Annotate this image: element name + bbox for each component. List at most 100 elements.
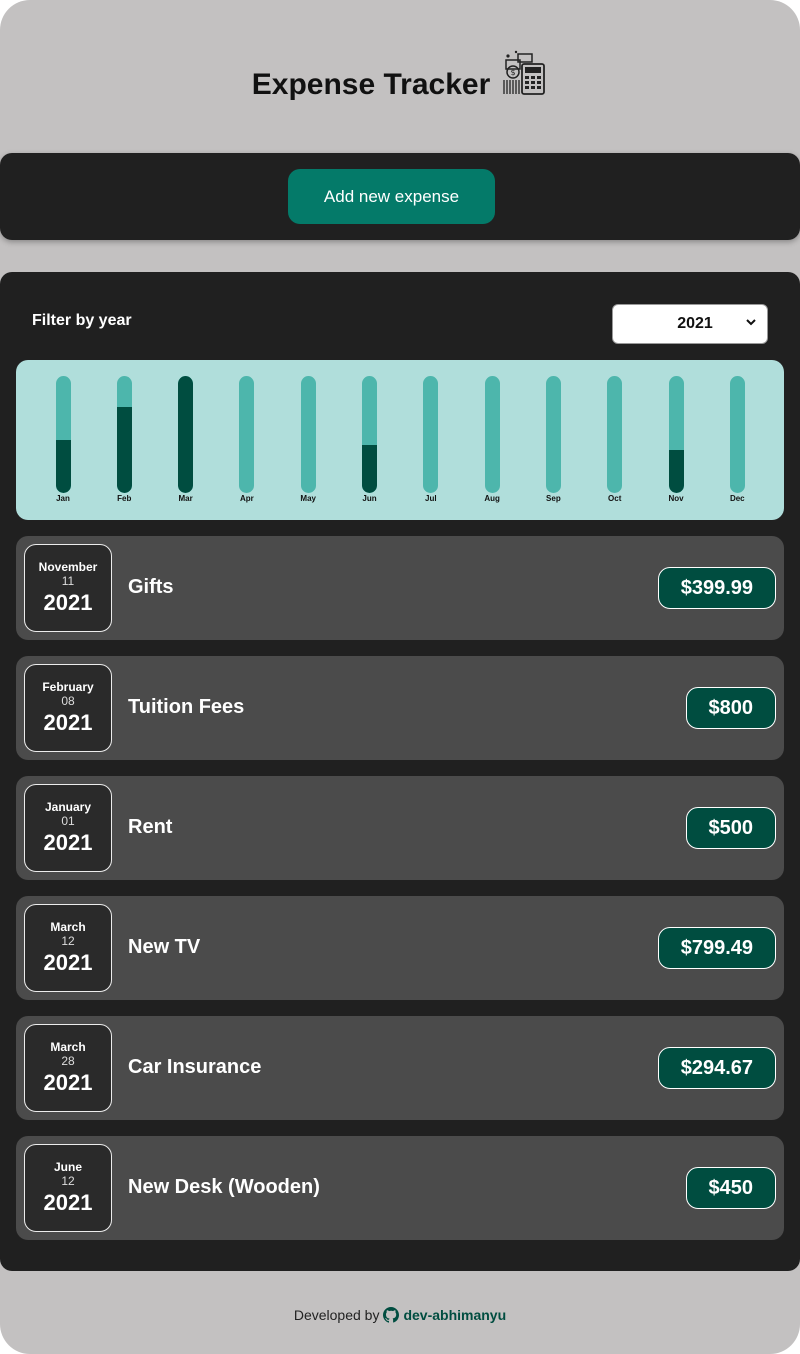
chart-bar-label: Nov (668, 494, 684, 503)
chart-bar-track (729, 376, 745, 493)
expense-date-year: 2021 (43, 1070, 93, 1095)
chart-bar-label: Apr (240, 494, 254, 503)
footer: Developed by dev-abhimanyu (0, 1300, 800, 1330)
expenses-chart: Jan Feb Mar Apr May Jun Jul Aug Sep Oct Nov Dec (16, 360, 784, 520)
chart-bar-track (545, 376, 561, 493)
chart-bar-jul: Jul (411, 376, 451, 516)
expense-date-month: January (44, 800, 92, 814)
new-expense-panel: Add new expense (0, 153, 800, 240)
chart-bar-fill (668, 450, 684, 493)
expense-title: New Desk (Wooden) (128, 1176, 320, 1198)
expense-item[interactable]: March 28 2021 Car Insurance $294.67 (16, 1016, 784, 1120)
svg-text:$: $ (511, 68, 516, 77)
expense-title: Car Insurance (128, 1056, 262, 1078)
chart-bar-label: Jul (425, 494, 437, 503)
expense-title: New TV (128, 936, 201, 958)
year-filter-select[interactable]: 2021 (612, 304, 768, 344)
expense-item[interactable]: January 01 2021 Rent $500 (16, 776, 784, 880)
chart-bar-mar: Mar (166, 376, 206, 516)
year-filter-value: 2021 (677, 315, 713, 332)
expense-date-year: 2021 (43, 830, 93, 855)
expense-date-month: June (53, 1160, 82, 1174)
expense-date: March 12 2021 (24, 904, 112, 992)
chart-bar-fill (116, 407, 132, 493)
expense-amount: $800 (685, 687, 776, 729)
chart-bar-jun: Jun (350, 376, 390, 516)
chart-bar-track (55, 376, 71, 493)
chart-bar-sep: Sep (533, 376, 573, 516)
expense-date: January 01 2021 (24, 784, 112, 872)
expense-date-year: 2021 (43, 950, 93, 975)
expense-date: November 11 2021 (24, 544, 112, 632)
chart-bar-feb: Feb (104, 376, 144, 516)
add-new-expense-button[interactable]: Add new expense (288, 169, 495, 224)
expense-item[interactable]: February 08 2021 Tuition Fees $800 (16, 656, 784, 760)
expense-date-month: March (50, 920, 86, 934)
chart-bar-track (116, 376, 132, 493)
expense-item[interactable]: November 11 2021 Gifts $399.99 (16, 536, 784, 640)
github-profile-link[interactable]: dev-abhimanyu (403, 1307, 506, 1323)
chart-bar-track (239, 376, 255, 493)
expense-amount: $294.67 (657, 1047, 776, 1089)
chart-bar-label: Sep (546, 494, 561, 503)
expense-date-day: 12 (61, 934, 75, 948)
chart-bar-fill (362, 444, 377, 493)
chart-bar-fill (178, 376, 194, 493)
github-icon (383, 1307, 400, 1323)
chart-bar-track (607, 376, 623, 493)
chart-bar-track (484, 376, 500, 493)
app-title: Expense Tracker (251, 68, 491, 101)
expense-date-year: 2021 (43, 710, 93, 735)
chart-bar-track (423, 376, 439, 493)
expense-amount: $500 (685, 807, 776, 849)
expense-amount: $799.49 (657, 927, 776, 969)
chart-bar-track (300, 376, 316, 493)
chart-bar-label: May (300, 494, 316, 503)
chart-bar-may: May (288, 376, 328, 516)
expense-title: Tuition Fees (128, 696, 245, 718)
expense-title: Rent (128, 816, 173, 838)
chart-bar-aug: Aug (472, 376, 512, 516)
app-container: Expense Tracker $ Add new expense Filter… (0, 0, 800, 1354)
expense-date-day: 01 (61, 814, 75, 828)
expense-date-day: 12 (61, 1174, 75, 1188)
chart-bar-apr: Apr (227, 376, 267, 516)
expenses-panel: Filter by year 2021 Jan Feb Mar Apr May Jun Ju… (0, 272, 800, 1271)
expense-date-year: 2021 (43, 590, 93, 615)
expense-date-day: 11 (61, 574, 75, 588)
expense-date-day: 28 (61, 1054, 75, 1068)
expense-date-day: 08 (61, 694, 75, 708)
chart-bar-label: Aug (484, 494, 500, 503)
header: Expense Tracker $ (0, 0, 800, 140)
chart-bar-track (668, 376, 684, 493)
calculator-money-icon: $ (498, 48, 548, 98)
chart-bar-label: Dec (729, 494, 745, 503)
expense-title: Gifts (128, 576, 174, 598)
expense-item[interactable]: March 12 2021 New TV $799.49 (16, 896, 784, 1000)
chart-bar-jan: Jan (43, 376, 83, 516)
chart-bar-track (178, 376, 194, 493)
chart-bar-label: Jan (56, 494, 70, 503)
chart-bar-fill (55, 439, 71, 493)
expense-item[interactable]: June 12 2021 New Desk (Wooden) $450 (16, 1136, 784, 1240)
expense-amount: $450 (685, 1167, 776, 1209)
chart-bar-oct: Oct (595, 376, 635, 516)
expense-date: February 08 2021 (24, 664, 112, 752)
expense-date-year: 2021 (43, 1190, 93, 1215)
expense-date: June 12 2021 (24, 1144, 112, 1232)
expense-date: March 28 2021 (24, 1024, 112, 1112)
chart-bar-track (362, 376, 377, 493)
chart-bar-label: Mar (178, 494, 193, 503)
chart-bar-label: Feb (117, 494, 132, 503)
chevron-down-icon (745, 316, 757, 331)
chart-bar-label: Oct (608, 494, 622, 503)
expense-date-month: November (38, 560, 98, 574)
footer-prefix: Developed by (293, 1307, 380, 1323)
expense-date-month: February (42, 680, 94, 694)
chart-bar-nov: Nov (656, 376, 696, 516)
expense-date-month: March (50, 1040, 86, 1054)
chart-bar-dec: Dec (717, 376, 757, 516)
expense-amount: $399.99 (657, 567, 776, 609)
filter-label: Filter by year (32, 312, 132, 329)
chart-bar-label: Jun (362, 494, 377, 503)
